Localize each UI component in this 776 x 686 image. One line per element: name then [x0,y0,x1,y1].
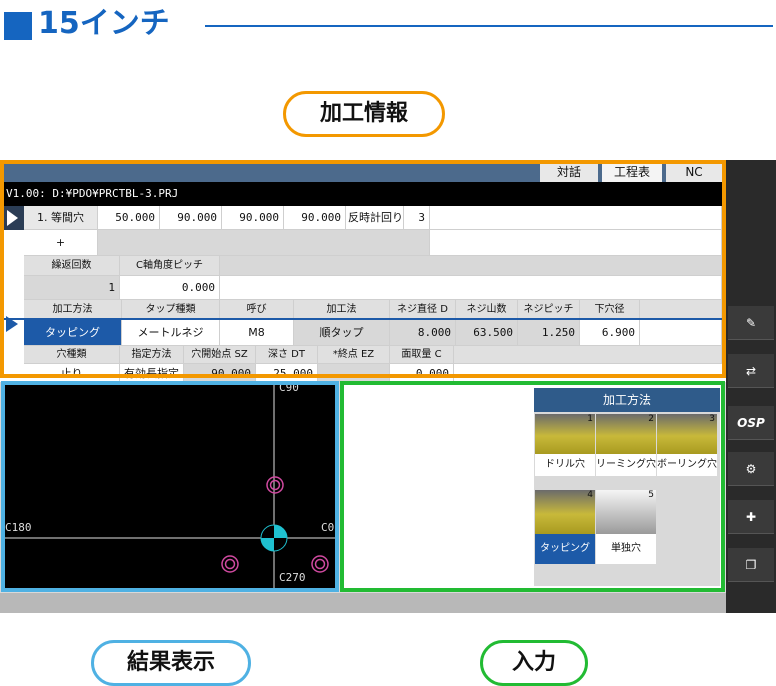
input-frame [340,381,725,592]
osp-button[interactable]: OSP [728,406,774,440]
bottom-status-bar [0,593,726,613]
heading-square-icon [4,12,32,40]
manual-icon[interactable]: ✎ [728,306,774,340]
label-machining-info: 加工情報 [283,91,445,137]
label-result-display: 結果表示 [91,640,251,686]
label-input: 入力 [480,640,588,686]
page-title: 15インチ [38,6,170,41]
heading-rule [205,25,773,27]
machining-info-frame [0,160,726,378]
settings-icon[interactable]: ⚙ [728,452,774,486]
switch-screen-icon[interactable]: ⇄ [728,354,774,388]
add-window-icon[interactable]: ✚ [728,500,774,534]
window-icon[interactable]: ❐ [728,548,774,582]
result-frame [1,381,339,592]
